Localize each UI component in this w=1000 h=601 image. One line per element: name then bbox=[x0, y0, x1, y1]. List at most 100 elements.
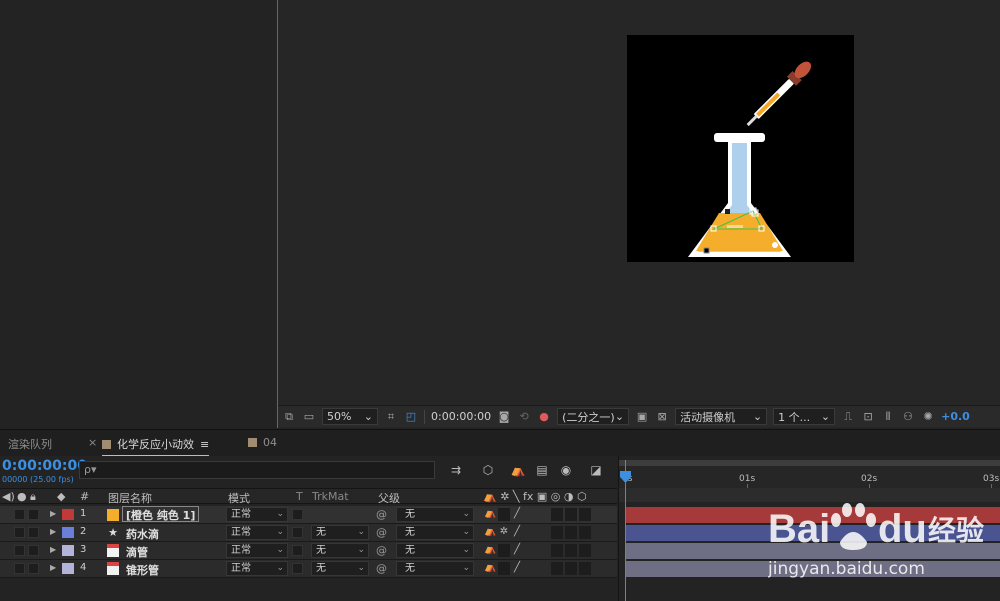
expand-triangle-icon[interactable]: ▶ bbox=[50, 545, 56, 554]
monitor-icon[interactable]: ▭ bbox=[302, 410, 316, 424]
pickwhip-icon[interactable]: @ bbox=[376, 508, 387, 521]
layout-icon[interactable]: ⎍ bbox=[841, 410, 855, 424]
safe-margins-icon[interactable]: ⌗ bbox=[384, 410, 398, 424]
expand-triangle-icon[interactable]: ▶ bbox=[50, 509, 56, 518]
composition-canvas[interactable] bbox=[627, 35, 854, 262]
motion-blur-switch[interactable] bbox=[565, 544, 577, 557]
camera-dropdown[interactable]: 活动摄像机 ⌄ bbox=[675, 408, 768, 425]
current-time[interactable]: 0:00:00:00 bbox=[2, 458, 87, 474]
trkmat-dropdown[interactable]: 无 ⌄ bbox=[311, 543, 369, 558]
col-layer-name[interactable]: 图层名称 bbox=[108, 490, 152, 506]
tab-comp-04[interactable]: 04 bbox=[248, 436, 277, 449]
collapse-switch[interactable] bbox=[498, 544, 510, 557]
preserve-transparency-toggle[interactable] bbox=[292, 509, 303, 520]
shy-icon[interactable]: ⛺ bbox=[484, 508, 496, 521]
solo-toggle[interactable] bbox=[14, 563, 25, 574]
fx-switch[interactable] bbox=[551, 544, 563, 557]
motion-blur-switch[interactable] bbox=[565, 562, 577, 575]
draft-3d-icon[interactable]: ⬡ bbox=[480, 463, 496, 477]
work-area-bar[interactable] bbox=[619, 460, 1000, 466]
3d-switch[interactable] bbox=[579, 544, 591, 557]
layer-label-color[interactable] bbox=[62, 509, 74, 520]
audio-icon[interactable]: ◀) bbox=[2, 490, 15, 503]
quality-icon[interactable]: ╱ bbox=[511, 508, 523, 521]
collapse-switch[interactable] bbox=[498, 562, 510, 575]
label-tag-icon[interactable]: ◆ bbox=[57, 490, 65, 503]
layer-row[interactable]: ▶ 4 锥形管 正常 ⌄ 无 ⌄ @ 无 ⌄ ⛺ ╱ bbox=[0, 560, 617, 578]
expand-triangle-icon[interactable]: ▶ bbox=[50, 527, 56, 536]
preserve-transparency-toggle[interactable] bbox=[292, 527, 303, 538]
region-of-interest-icon[interactable]: ◰ bbox=[404, 410, 418, 424]
menu-icon[interactable]: ≡ bbox=[200, 438, 209, 451]
pickwhip-icon[interactable]: @ bbox=[376, 526, 387, 539]
toggle-pixel-icon[interactable]: ⊡ bbox=[861, 410, 875, 424]
layer-label-color[interactable] bbox=[62, 527, 74, 538]
timeline-icon[interactable]: ⫴ bbox=[881, 410, 895, 424]
layer-row[interactable]: ▶ 3 滴管 正常 ⌄ 无 ⌄ @ 无 ⌄ ⛺ ╱ bbox=[0, 542, 617, 560]
fx-switch[interactable] bbox=[551, 526, 563, 539]
flowchart-icon[interactable]: ⚇ bbox=[901, 410, 915, 424]
quality-icon[interactable]: ╱ bbox=[511, 544, 523, 557]
always-preview-icon[interactable]: ⧉ bbox=[282, 410, 296, 424]
resolution-dropdown[interactable]: (二分之一) ⌄ bbox=[557, 408, 630, 425]
blend-mode-dropdown[interactable]: 正常 ⌄ bbox=[226, 543, 288, 558]
3d-switch[interactable] bbox=[579, 562, 591, 575]
motion-blur-switch[interactable] bbox=[565, 508, 577, 521]
layer-label-color[interactable] bbox=[62, 545, 74, 556]
zoom-dropdown[interactable]: 50% ⌄ bbox=[322, 408, 378, 425]
parent-dropdown[interactable]: 无 ⌄ bbox=[396, 543, 474, 558]
graph-editor-icon[interactable]: ◪ bbox=[588, 463, 604, 477]
trkmat-dropdown[interactable]: 无 ⌄ bbox=[311, 525, 369, 540]
solo-toggle[interactable] bbox=[14, 509, 25, 520]
shy-icon[interactable]: ⛺ bbox=[484, 526, 496, 539]
layer-row[interactable]: ▶ 1 [橙色 纯色 1] 正常 ⌄ @ 无 ⌄ ⛺ ╱ bbox=[0, 506, 617, 524]
fx-switch[interactable] bbox=[551, 508, 563, 521]
shy-icon[interactable]: ⛺ bbox=[484, 544, 496, 557]
solo-icon[interactable]: ● bbox=[17, 490, 27, 503]
composition-flowchart-icon[interactable]: ⇉ bbox=[448, 463, 464, 477]
preserve-transparency-toggle[interactable] bbox=[292, 563, 303, 574]
layer-label-color[interactable] bbox=[62, 563, 74, 574]
tab-render-queue[interactable]: 渲染队列 bbox=[8, 436, 52, 452]
quality-icon[interactable]: ╱ bbox=[511, 526, 523, 539]
layer-name[interactable]: 锥形管 bbox=[126, 562, 159, 578]
solo-toggle[interactable] bbox=[14, 527, 25, 538]
tab-close[interactable]: × bbox=[88, 436, 97, 449]
lock-toggle[interactable] bbox=[28, 563, 39, 574]
views-dropdown[interactable]: 1 个... ⌄ bbox=[773, 408, 836, 425]
collapse-icon[interactable]: ✲ bbox=[498, 526, 510, 539]
parent-dropdown[interactable]: 无 ⌄ bbox=[396, 525, 474, 540]
preserve-transparency-toggle[interactable] bbox=[292, 545, 303, 556]
exposure-value[interactable]: +0.0 bbox=[941, 410, 970, 423]
shy-icon[interactable]: ⛺ bbox=[484, 562, 496, 575]
frame-blending-icon[interactable]: ▤ bbox=[534, 463, 550, 477]
layer-name[interactable]: [橙色 纯色 1] bbox=[122, 506, 200, 522]
parent-dropdown[interactable]: 无 ⌄ bbox=[396, 507, 474, 522]
time-ruler[interactable]: 0s 01s 02s 03s bbox=[619, 460, 1000, 490]
show-snapshot-icon[interactable]: ⟲ bbox=[517, 410, 531, 424]
close-icon[interactable]: × bbox=[88, 436, 97, 449]
quality-icon[interactable]: ╱ bbox=[511, 562, 523, 575]
fast-preview-icon[interactable]: ▣ bbox=[635, 410, 649, 424]
lock-toggle[interactable] bbox=[28, 527, 39, 538]
reset-exposure-icon[interactable]: ✺ bbox=[921, 410, 935, 424]
playhead-icon[interactable] bbox=[620, 471, 631, 483]
layer-row[interactable]: ▶ 2 ★ 药水滴 正常 ⌄ 无 ⌄ @ 无 ⌄ ⛺ ✲ ╱ bbox=[0, 524, 617, 542]
tab-composition-active[interactable]: 化学反应小动效 ≡ bbox=[102, 436, 210, 457]
expand-triangle-icon[interactable]: ▶ bbox=[50, 563, 56, 572]
parent-dropdown[interactable]: 无 ⌄ bbox=[396, 561, 474, 576]
composition-viewer[interactable]: ⧉ ▭ 50% ⌄ ⌗ ◰ 0:00:00:00 ◙ ⟲ ● (二分之一) ⌄ ▣ … bbox=[277, 0, 1000, 428]
layer-name[interactable]: 药水滴 bbox=[126, 526, 159, 542]
pickwhip-icon[interactable]: @ bbox=[376, 544, 387, 557]
pickwhip-icon[interactable]: @ bbox=[376, 562, 387, 575]
viewer-timecode[interactable]: 0:00:00:00 bbox=[431, 410, 491, 423]
collapse-switch[interactable] bbox=[498, 508, 510, 521]
blend-mode-dropdown[interactable]: 正常 ⌄ bbox=[226, 507, 288, 522]
layer-search-input[interactable]: ρ▾ bbox=[79, 461, 435, 479]
blend-mode-dropdown[interactable]: 正常 ⌄ bbox=[226, 561, 288, 576]
channel-icon[interactable]: ● bbox=[537, 410, 551, 424]
trkmat-dropdown[interactable]: 无 ⌄ bbox=[311, 561, 369, 576]
blend-mode-dropdown[interactable]: 正常 ⌄ bbox=[226, 525, 288, 540]
3d-switch[interactable] bbox=[579, 526, 591, 539]
layer-name[interactable]: 滴管 bbox=[126, 544, 148, 560]
